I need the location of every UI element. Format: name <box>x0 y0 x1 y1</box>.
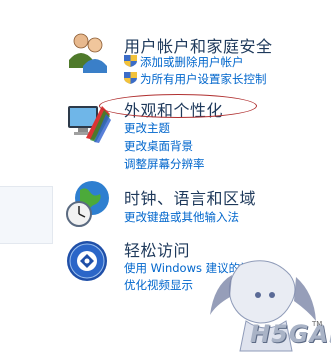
ease-of-access-icon <box>67 241 107 281</box>
highlight-ellipse <box>99 94 257 118</box>
left-pane <box>0 186 53 244</box>
clock-globe-icon <box>66 181 109 227</box>
watermark-tm: TM <box>312 320 323 328</box>
adjust-resolution-link[interactable]: 调整屏幕分辨率 <box>124 156 205 172</box>
category-title[interactable]: 轻松访问 <box>124 237 190 261</box>
change-keyboard-link[interactable]: 更改键盘或其他输入法 <box>124 209 239 225</box>
users-icon <box>69 33 107 73</box>
category-title[interactable]: 时钟、语言和区域 <box>124 185 256 209</box>
add-remove-accounts-link[interactable]: 添加或删除用户帐户 <box>140 54 244 70</box>
shield-icon <box>124 55 137 67</box>
change-theme-link[interactable]: 更改主题 <box>124 120 170 136</box>
change-desktop-background-link[interactable]: 更改桌面背景 <box>124 138 193 154</box>
parental-controls-link[interactable]: 为所有用户设置家长控制 <box>140 71 267 87</box>
shield-icon <box>124 72 137 84</box>
optimize-display-link[interactable]: 优化视频显示 <box>124 277 193 293</box>
